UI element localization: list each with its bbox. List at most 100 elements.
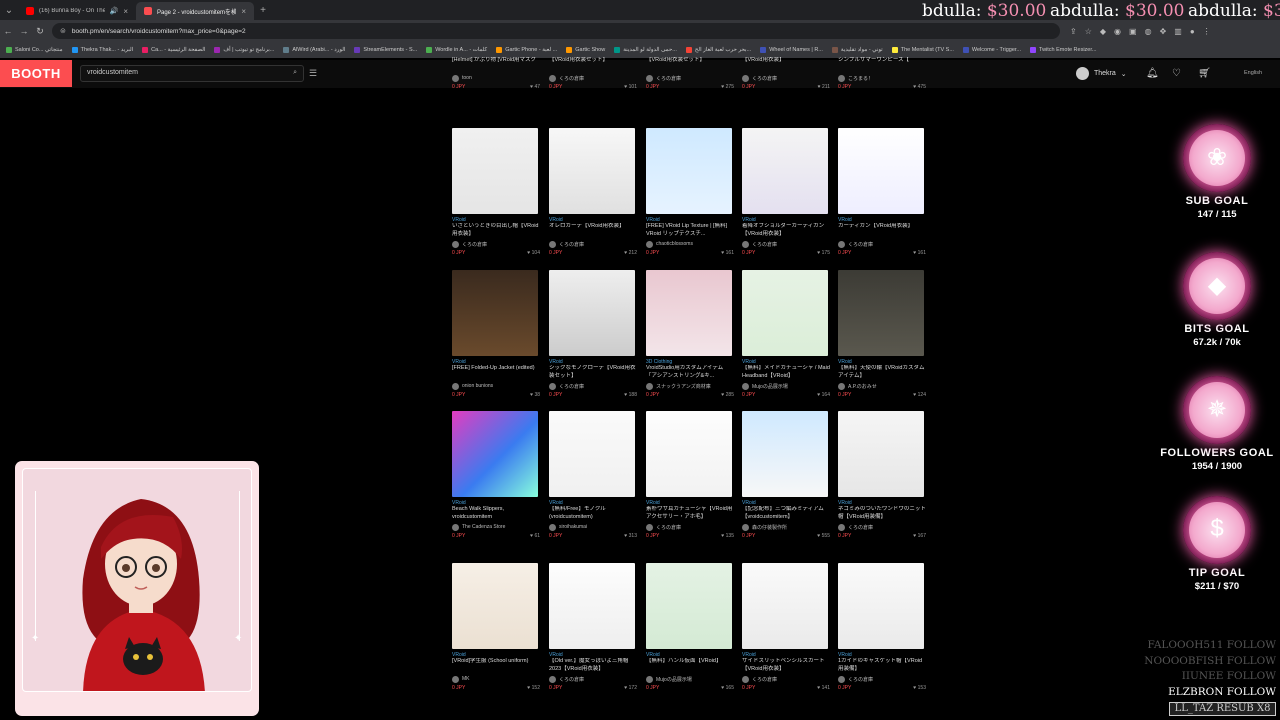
bookmark-item[interactable]: Wheel of Names | R...: [760, 47, 823, 53]
like-count[interactable]: ♥ 135: [721, 533, 734, 539]
shop-name[interactable]: くろの倉庫: [848, 524, 873, 531]
filter-icon[interactable]: ☰: [309, 68, 317, 79]
product-thumbnail[interactable]: [838, 270, 924, 356]
bookmark-item[interactable]: توني - مواد تقليدية: [831, 47, 883, 53]
bookmark-item[interactable]: Thekra Thak... - البريد: [71, 47, 133, 53]
shop-name[interactable]: くろの倉庫: [752, 676, 777, 683]
product-title[interactable]: 【無料】メイドカチューシャ / Maid Headband【VRoid】: [742, 365, 830, 380]
like-count[interactable]: ♥ 152: [527, 685, 540, 691]
shop-name[interactable]: MK: [462, 676, 470, 682]
forward-icon[interactable]: →: [16, 26, 32, 36]
bookmark-item[interactable]: Gartic Show: [566, 47, 605, 53]
product-card[interactable]: VRoid 【記念配布】三つ編みミディアム【vroidcustomitem】 森の仔…: [742, 411, 830, 539]
extensions-puzzle-icon[interactable]: ✥: [1160, 27, 1167, 36]
product-thumbnail[interactable]: [742, 270, 828, 356]
product-title[interactable]: ネコミみのついたワンドウのニット帽【VRoid用装備】: [838, 506, 926, 521]
shop-name[interactable]: くろの倉庫: [848, 676, 873, 683]
product-thumbnail[interactable]: [452, 563, 538, 649]
product-card[interactable]: シンプルサマーワンピース【 ころまる！ 0 JPY ♥ 475: [838, 54, 926, 90]
shop-name[interactable]: siroihakumai: [559, 524, 587, 530]
bookmark-item[interactable]: بحر حرب لعبة الغاز الح...: [685, 47, 751, 53]
product-title[interactable]: 【記念配布】三つ編みミディアム【vroidcustomitem】: [742, 506, 830, 521]
like-count[interactable]: ♥ 153: [913, 685, 926, 691]
new-tab-icon[interactable]: +: [254, 5, 272, 16]
heart-icon[interactable]: ♡: [1172, 68, 1181, 79]
back-icon[interactable]: ←: [0, 26, 16, 36]
like-count[interactable]: ♥ 101: [624, 84, 637, 90]
product-title[interactable]: 着降オフショルダーカーディガン【VRoid用衣装】: [742, 223, 830, 238]
product-title[interactable]: [FREE] VRoid Lip Texture | [無料] VRoid リッ…: [646, 223, 734, 238]
product-title[interactable]: カーディガン【VRoid用衣装】: [838, 223, 926, 238]
like-count[interactable]: ♥ 47: [530, 84, 540, 90]
like-count[interactable]: ♥ 211: [818, 84, 830, 90]
product-thumbnail[interactable]: [838, 563, 924, 649]
shop-name[interactable]: Mujoの品展示場: [752, 383, 788, 390]
close-icon[interactable]: ×: [123, 7, 128, 16]
shop-name[interactable]: A.P.のおみせ: [848, 383, 877, 390]
product-title[interactable]: シンプルサマーワンピース【: [838, 57, 926, 72]
menu-icon[interactable]: ⋮: [1203, 27, 1211, 36]
product-card[interactable]: [Helmet] かぶり物 [VRoid用マスク toon 0 JPY ♥ 47: [452, 54, 540, 90]
product-title[interactable]: [FREE] Folded-Up Jacket (edited): [452, 365, 540, 380]
like-count[interactable]: ♥ 141: [817, 685, 830, 691]
product-title[interactable]: 【VRoid用衣装セット】: [646, 57, 734, 72]
shop-name[interactable]: くろの倉庫: [656, 524, 681, 531]
shop-name[interactable]: くろの倉庫: [559, 75, 584, 82]
product-card[interactable]: VRoid シックなモノクローデ【VRoid用衣装セット】 くろの倉庫 0 JPY ♥ …: [549, 270, 637, 398]
cart-icon[interactable]: 🛒︎: [1198, 68, 1211, 79]
like-count[interactable]: ♥ 61: [530, 533, 540, 539]
product-thumbnail[interactable]: [838, 411, 924, 497]
shop-name[interactable]: ころまる！: [848, 75, 873, 82]
bookmark-item[interactable]: Saloni Co... منتجاتي: [6, 47, 63, 53]
extension-icon[interactable]: ▣: [1129, 27, 1137, 36]
product-title[interactable]: 【VRoid用衣装】: [742, 57, 830, 72]
product-card[interactable]: VRoid オレロカーデ【VRoid用衣装】 くろの倉庫 0 JPY ♥ 212: [549, 128, 637, 256]
product-thumbnail[interactable]: [742, 411, 828, 497]
bookmark-item[interactable]: برنامج تو تيوتب | أف...: [214, 47, 274, 53]
like-count[interactable]: ♥ 475: [913, 84, 926, 90]
shop-name[interactable]: くろの倉庫: [752, 241, 777, 248]
product-card[interactable]: VRoid 【Old ver.】魔女っぽいよ三角帽 2023【VRoid用衣装】く…: [549, 563, 637, 691]
extension-icon[interactable]: ◆: [1100, 27, 1106, 36]
product-title[interactable]: いざというときの目出し帽【VRoid用衣装】: [452, 223, 540, 238]
product-title[interactable]: 【無料/Free】モノクル (vroidcustomitem): [549, 506, 637, 521]
product-thumbnail[interactable]: [646, 128, 732, 214]
product-card[interactable]: VRoid 【無料/Free】モノクル (vroidcustomitem) siro…: [549, 411, 637, 539]
product-card[interactable]: VRoid 着降オフショルダーカーディガン【VRoid用衣装】 くろの倉庫 0 JPY…: [742, 128, 830, 256]
shop-name[interactable]: The Cadenza Store: [462, 524, 505, 530]
product-thumbnail[interactable]: [549, 563, 635, 649]
booth-logo[interactable]: BOOTH: [0, 60, 72, 87]
product-thumbnail[interactable]: [742, 563, 828, 649]
product-thumbnail[interactable]: [646, 411, 732, 497]
product-card[interactable]: VRoid [FREE] Folded-Up Jacket (edited) oni…: [452, 270, 540, 398]
product-thumbnail[interactable]: [646, 563, 732, 649]
product-thumbnail[interactable]: [838, 128, 924, 214]
like-count[interactable]: ♥ 313: [624, 533, 637, 539]
product-card[interactable]: VRoid 【無料】天使の輪【VRoidカスタムアイテム】 A.P.のおみせ 0 JP…: [838, 270, 926, 398]
extension-icon[interactable]: ◉: [1114, 27, 1121, 36]
product-card[interactable]: VRoid [VRoid]学生服 (School uniform) MK 0 JPY ♥…: [452, 563, 540, 691]
like-count[interactable]: ♥ 161: [721, 250, 734, 256]
like-count[interactable]: ♥ 555: [817, 533, 830, 539]
share-icon[interactable]: ⇪: [1070, 27, 1077, 36]
shop-name[interactable]: toon: [462, 75, 472, 81]
product-title[interactable]: 【無料】天使の輪【VRoidカスタムアイテム】: [838, 365, 926, 380]
like-count[interactable]: ♥ 175: [817, 250, 830, 256]
shop-name[interactable]: onion bunions: [462, 383, 493, 389]
product-card[interactable]: VRoid Beach Walk Slippers, vroidcustomite…: [452, 411, 540, 539]
shop-name[interactable]: Mujoの品展示場: [656, 676, 692, 683]
tab-search-icon[interactable]: ⌄: [0, 5, 18, 16]
product-title[interactable]: 【VRoid用衣装セット】: [549, 57, 637, 72]
product-card[interactable]: VRoid カーディガン【VRoid用衣装】 くろの倉庫 0 JPY ♥ 161: [838, 128, 926, 256]
url-field[interactable]: ⊜ booth.pm/en/search/vroidcustomitem?max…: [52, 23, 1060, 39]
product-title[interactable]: Beach Walk Slippers, vroidcustomitem: [452, 506, 540, 521]
bookmark-item[interactable]: Wordle in A... - كلمات: [426, 47, 487, 53]
product-thumbnail[interactable]: [452, 411, 538, 497]
product-card[interactable]: VRoid 1ガイドのキャスケット帽【VRoid用装備】 くろの倉庫 0 JPY ♥ 1…: [838, 563, 926, 691]
like-count[interactable]: ♥ 38: [530, 392, 540, 398]
product-title[interactable]: 【Old ver.】魔女っぽいよ三角帽 2023【VRoid用衣装】: [549, 658, 637, 673]
product-title[interactable]: [VRoid]学生服 (School uniform): [452, 658, 540, 673]
product-card[interactable]: VRoid [FREE] VRoid Lip Texture | [無料] VRo…: [646, 128, 734, 256]
product-title[interactable]: シックなモノクローデ【VRoid用衣装セット】: [549, 365, 637, 380]
bookmark-item[interactable]: AlWird (Arabi... - الورد: [283, 47, 345, 53]
